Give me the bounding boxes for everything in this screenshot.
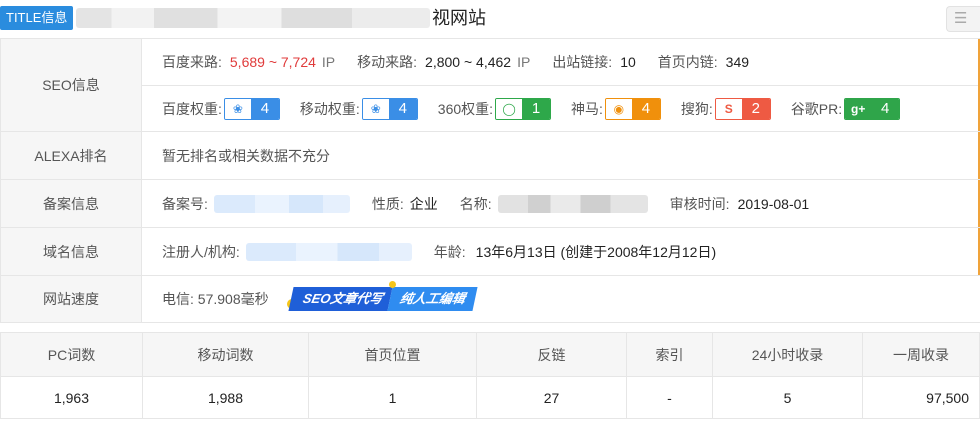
mobile-weight-value: 4 — [388, 98, 417, 119]
header-backlinks: 反链 — [476, 332, 627, 377]
page-title: 视网站 — [432, 8, 486, 28]
mobile-weight-badge[interactable]: ❀ 4 — [361, 97, 418, 120]
google-pr-value: 4 — [871, 98, 900, 119]
header-pc-keywords: PC词数 — [0, 332, 143, 377]
alexa-body: 暂无排名或相关数据不充分 — [142, 132, 980, 179]
24h-indexed-value[interactable]: 5 — [712, 376, 863, 419]
title-tag: TITLE信息 — [0, 6, 74, 30]
promo-dot — [388, 281, 396, 288]
domain-row: 域名信息 注册人/机构: 年龄: 13年6月13日 (创建于2008年12月12… — [0, 228, 980, 276]
redacted-icp-name — [497, 194, 648, 213]
baidu-weight-value: 4 — [250, 98, 279, 119]
domain-age-value: 13年6月13日 (创建于2008年12月12日) — [475, 243, 717, 260]
sogou-icon: S — [715, 98, 742, 119]
backlinks-value[interactable]: 27 — [476, 376, 627, 419]
sogou-weight-badge[interactable]: S 2 — [714, 97, 771, 120]
mobile-traffic-label: 移动来路: — [357, 54, 418, 70]
outbound-links-value[interactable]: 10 — [620, 54, 636, 70]
seo-label: SEO信息 — [0, 39, 142, 131]
redacted-title — [76, 8, 430, 28]
seo-body: 百度来路: 5,689 ~ 7,724 IP 移动来路: 2,800 ~ 4,4… — [142, 39, 980, 131]
baidu-traffic-label: 百度来路: — [162, 54, 222, 70]
index-value: - — [626, 376, 713, 419]
ring-icon: ◯ — [496, 98, 523, 119]
speed-value: 电信: 57.908毫秒 — [162, 291, 269, 307]
mobile-weight-label: 移动权重: — [299, 100, 360, 117]
keyword-stats-table: PC词数 移动词数 首页位置 反链 索引 24小时收录 一周收录 1,963 1… — [0, 332, 980, 419]
icp-number-label: 备案号: — [162, 195, 208, 212]
google-pr-label: 谷歌PR: — [790, 100, 843, 117]
table-row: 1,963 1,988 1 27 - 5 97,500 — [0, 376, 980, 419]
speed-label: 网站速度 — [0, 276, 142, 322]
google-pr-badge[interactable]: g+ 4 — [844, 97, 901, 120]
baidu-traffic-unit: IP — [321, 54, 336, 70]
promo-banner[interactable]: SEO文章代写 纯人工编辑 — [286, 281, 478, 311]
promo-right: 纯人工编辑 — [387, 287, 478, 311]
header-home-position: 首页位置 — [308, 332, 477, 377]
home-links-value[interactable]: 349 — [726, 54, 749, 70]
domain-body: 注册人/机构: 年龄: 13年6月13日 (创建于2008年12月12日) — [142, 228, 980, 275]
icp-name-label: 名称: — [459, 195, 492, 212]
seo-traffic-line: 百度来路: 5,689 ~ 7,724 IP 移动来路: 2,800 ~ 4,4… — [142, 39, 980, 85]
paw-icon: ❀ — [224, 98, 251, 119]
baidu-traffic-value[interactable]: 5,689 ~ 7,724 — [230, 54, 316, 70]
shenma-weight-badge[interactable]: ◉ 4 — [604, 97, 661, 120]
sogou-weight-label: 搜狗: — [680, 100, 713, 117]
home-position-value: 1 — [308, 376, 477, 419]
alexa-value: 暂无排名或相关数据不充分 — [162, 147, 330, 164]
baidu-weight-label: 百度权重: — [162, 100, 222, 117]
header-mobile-keywords: 移动词数 — [142, 332, 309, 377]
360-weight-label: 360权重: — [437, 100, 494, 117]
owl-icon: ◉ — [605, 98, 632, 119]
home-links-label: 首页内链: — [657, 54, 718, 70]
header-index: 索引 — [626, 332, 713, 377]
icp-body: 备案号: 性质: 企业 名称: 审核时间: 2019-08-01 — [142, 180, 980, 227]
seo-weights-line: 百度权重: ❀ 4 移动权重: ❀ 4 360权重: ◯ 1 神马: ◉ 4 搜… — [142, 85, 980, 131]
speed-body: 电信: 57.908毫秒 SEO文章代写 纯人工编辑 — [142, 276, 980, 322]
redacted-icp-number — [213, 194, 350, 213]
paw-icon: ❀ — [362, 98, 389, 119]
mobile-keywords-value[interactable]: 1,988 — [142, 376, 309, 419]
site-info-table: SEO信息 百度来路: 5,689 ~ 7,724 IP 移动来路: 2,800… — [0, 38, 980, 323]
alexa-label: ALEXA排名 — [0, 132, 142, 179]
pc-keywords-value[interactable]: 1,963 — [0, 376, 143, 419]
speed-row: 网站速度 电信: 57.908毫秒 SEO文章代写 纯人工编辑 — [0, 276, 980, 323]
alexa-row: ALEXA排名 暂无排名或相关数据不充分 — [0, 132, 980, 180]
layers-icon[interactable]: ☰ — [946, 6, 980, 32]
redacted-registrant — [245, 242, 412, 261]
google-plus-icon: g+ — [845, 98, 872, 119]
registrant-label: 注册人/机构: — [162, 243, 240, 260]
icp-nature-value: 企业 — [409, 195, 438, 212]
outbound-links-label: 出站链接: — [552, 54, 613, 70]
promo-left: SEO文章代写 — [288, 287, 393, 311]
360-weight-value: 1 — [522, 98, 551, 119]
domain-label: 域名信息 — [0, 228, 142, 275]
icp-review-value: 2019-08-01 — [737, 195, 810, 212]
title-bar: TITLE信息 视网站 ☰ — [0, 0, 980, 38]
icp-row: 备案信息 备案号: 性质: 企业 名称: 审核时间: 2019-08-01 — [0, 180, 980, 228]
seo-row: SEO信息 百度来路: 5,689 ~ 7,724 IP 移动来路: 2,800… — [0, 39, 980, 132]
mobile-traffic-value[interactable]: 2,800 ~ 4,462 — [425, 54, 511, 70]
header-week-indexed: 一周收录 — [862, 332, 980, 377]
stats-header-row: PC词数 移动词数 首页位置 反链 索引 24小时收录 一周收录 — [0, 332, 980, 377]
icp-label: 备案信息 — [0, 180, 142, 227]
icp-nature-label: 性质: — [371, 195, 404, 212]
sogou-weight-value: 2 — [741, 98, 770, 119]
week-indexed-value[interactable]: 97,500 — [862, 376, 980, 419]
mobile-traffic-unit: IP — [517, 54, 531, 70]
domain-age-label: 年龄: — [433, 243, 466, 260]
icp-review-label: 审核时间: — [669, 195, 730, 212]
shenma-weight-label: 神马: — [571, 100, 603, 117]
shenma-weight-value: 4 — [631, 98, 660, 119]
360-weight-badge[interactable]: ◯ 1 — [495, 97, 552, 120]
baidu-weight-badge[interactable]: ❀ 4 — [223, 97, 280, 120]
header-24h-indexed: 24小时收录 — [712, 332, 863, 377]
